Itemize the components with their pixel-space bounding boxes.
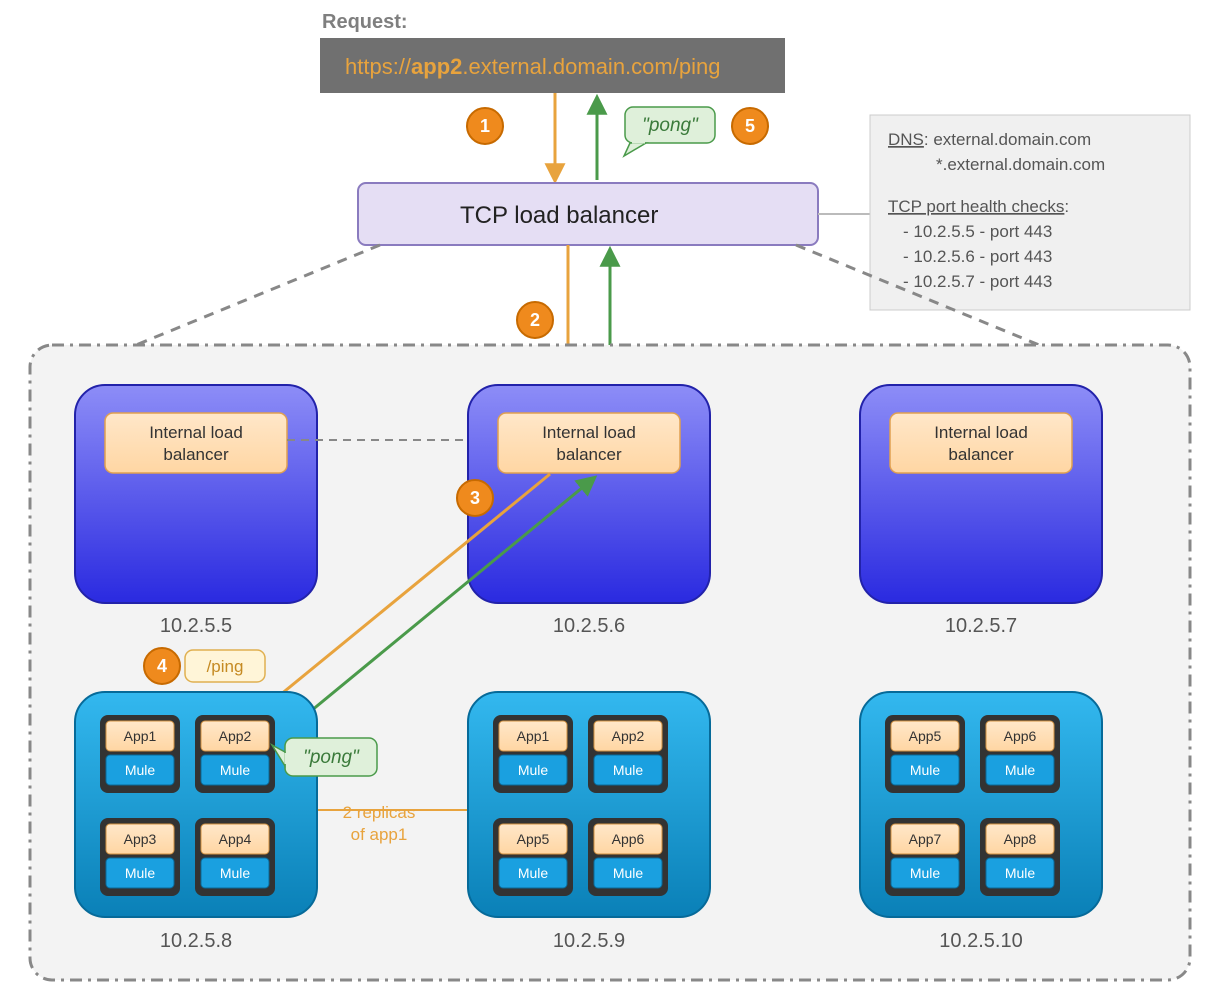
svg-text:Mule: Mule [518, 865, 549, 881]
request-url: https://app2.external.domain.com/ping [345, 54, 720, 79]
request-label: Request: [322, 11, 408, 33]
svg-text:Mule: Mule [910, 865, 941, 881]
svg-text:Mule: Mule [1005, 762, 1036, 778]
svg-text:App7: App7 [909, 831, 942, 847]
svg-text:App1: App1 [124, 728, 157, 744]
svg-text:Mule: Mule [220, 762, 251, 778]
step-4-num: 4 [157, 656, 167, 676]
svg-text:Mule: Mule [220, 865, 251, 881]
svg-text:Mule: Mule [910, 762, 941, 778]
svg-text:App8: App8 [1004, 831, 1037, 847]
step-2-num: 2 [530, 310, 540, 330]
ilb-label-2: Internal load [934, 423, 1028, 442]
svg-text:App3: App3 [124, 831, 157, 847]
ip-bottom-1: 10.2.5.9 [553, 930, 625, 952]
svg-text:App6: App6 [1004, 728, 1037, 744]
svg-text:"pong": "pong" [642, 115, 699, 136]
svg-text:App4: App4 [219, 831, 252, 847]
svg-text:"pong": "pong" [303, 747, 360, 768]
svg-text:balancer: balancer [556, 445, 622, 464]
svg-text:Mule: Mule [613, 865, 644, 881]
node-top-2: Internal load balancer 10.2.5.7 [860, 385, 1102, 637]
step-3-num: 3 [470, 488, 480, 508]
svg-text:Mule: Mule [518, 762, 549, 778]
diagram-canvas: Request: https://app2.external.domain.co… [0, 0, 1220, 996]
svg-text:Mule: Mule [125, 762, 156, 778]
step-1-num: 1 [480, 116, 490, 136]
replicas-label-1: 2 replicas [343, 803, 416, 822]
info-check-2: - 10.2.5.7 - port 443 [903, 272, 1052, 291]
ip-bottom-0: 10.2.5.8 [160, 930, 232, 952]
pong-bubble-app: "pong" [272, 738, 377, 776]
tcp-lb-label: TCP load balancer [460, 202, 658, 229]
svg-text:App1: App1 [517, 728, 550, 744]
ping-bubble: /ping [185, 650, 265, 682]
info-check-1: - 10.2.5.6 - port 443 [903, 247, 1052, 266]
svg-text:App6: App6 [612, 831, 645, 847]
ip-top-2: 10.2.5.7 [945, 615, 1017, 637]
node-bottom-2: App5 Mule App6 Mule App7 Mule App8 Mule … [860, 692, 1102, 952]
node-bottom-0: App1 Mule App2 Mule App3 Mule App4 Mule … [75, 692, 317, 952]
svg-text:App2: App2 [612, 728, 645, 744]
info-dns: DNS: external.domain.com [888, 130, 1091, 149]
ilb-label-0: Internal load [149, 423, 243, 442]
ilb-label-1: Internal load [542, 423, 636, 442]
ip-bottom-2: 10.2.5.10 [939, 930, 1022, 952]
svg-text:Mule: Mule [1005, 865, 1036, 881]
replicas-label-2: of app1 [351, 825, 408, 844]
ip-top-0: 10.2.5.5 [160, 615, 232, 637]
svg-text:Mule: Mule [613, 762, 644, 778]
info-health-label: TCP port health checks: [888, 197, 1069, 216]
pong-bubble-top: "pong" [624, 107, 715, 156]
step-5-num: 5 [745, 116, 755, 136]
node-top-0: Internal load balancer 10.2.5.5 [75, 385, 317, 637]
svg-text:App2: App2 [219, 728, 252, 744]
svg-text:balancer: balancer [948, 445, 1014, 464]
node-bottom-1: App1 Mule App2 Mule App5 Mule App6 Mule … [468, 692, 710, 952]
svg-text:App5: App5 [517, 831, 550, 847]
ip-top-1: 10.2.5.6 [553, 615, 625, 637]
svg-text:/ping: /ping [207, 657, 244, 676]
svg-text:balancer: balancer [163, 445, 229, 464]
info-dns-wild: *.external.domain.com [936, 155, 1105, 174]
svg-text:App5: App5 [909, 728, 942, 744]
svg-text:Mule: Mule [125, 865, 156, 881]
info-check-0: - 10.2.5.5 - port 443 [903, 222, 1052, 241]
